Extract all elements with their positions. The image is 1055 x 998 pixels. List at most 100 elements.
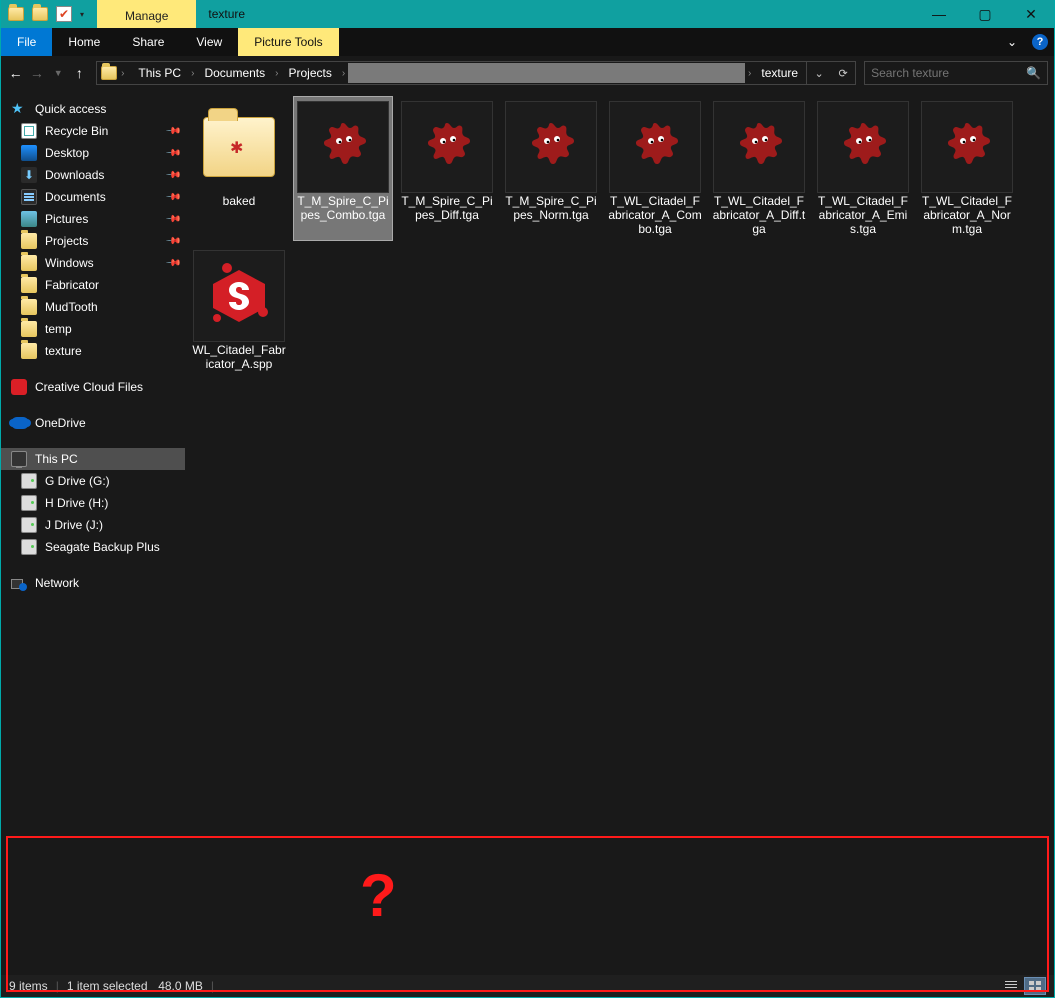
status-size: 48.0 MB	[158, 979, 203, 993]
sidebar-item[interactable]: ⬇Downloads📌	[1, 164, 185, 186]
breadcrumb-label: This PC	[138, 66, 181, 80]
titlebar: ✔ ▾ Manage texture — ▢ ✕	[1, 0, 1054, 28]
irfanview-icon	[317, 121, 369, 173]
body: ★ Quick access Recycle Bin📌Desktop📌⬇Down…	[1, 90, 1054, 847]
sidebar-label: OneDrive	[35, 416, 86, 430]
substance-painter-icon	[205, 262, 273, 330]
qat-folder-icon[interactable]	[5, 3, 27, 25]
sidebar-item-label: Pictures	[45, 212, 88, 226]
pic-icon	[21, 211, 37, 227]
view-thumbnails-button[interactable]	[1024, 977, 1046, 995]
search-input[interactable]	[871, 66, 1026, 80]
minimize-button[interactable]: —	[916, 0, 962, 28]
file-item[interactable]: T_WL_Citadel_Fabricator_A_Norm.tga	[917, 96, 1017, 241]
view-details-button[interactable]	[1000, 977, 1022, 995]
status-selection: 1 item selected	[67, 979, 148, 993]
status-item-count: 9 items	[9, 979, 48, 993]
file-item[interactable]: T_M_Spire_C_Pipes_Combo.tga	[293, 96, 393, 241]
sidebar-drive-item[interactable]: G Drive (G:)	[1, 470, 185, 492]
ribbon: File Home Share View Picture Tools ⌄ ?	[1, 28, 1054, 56]
sidebar-item[interactable]: texture	[1, 340, 185, 362]
qat-folder2-icon[interactable]	[29, 3, 51, 25]
sidebar-item-label: texture	[45, 344, 82, 358]
sidebar-item[interactable]: Fabricator	[1, 274, 185, 296]
sidebar-item-label: MudTooth	[45, 300, 98, 314]
pin-icon: 📌	[164, 211, 181, 228]
file-name-label: WL_Citadel_Fabricator_A.spp	[192, 344, 286, 372]
file-name-label: baked	[223, 195, 256, 209]
breadcrumb-label: Projects	[288, 66, 331, 80]
nav-up-button[interactable]: ↑	[71, 60, 88, 86]
file-thumbnail	[505, 101, 597, 193]
breadcrumb-label: texture	[761, 66, 798, 80]
ribbon-tab-file[interactable]: File	[1, 28, 52, 56]
file-thumbnail	[713, 101, 805, 193]
help-button[interactable]: ?	[1026, 28, 1054, 56]
qat-dropdown-icon[interactable]: ▾	[77, 10, 87, 19]
sidebar-item[interactable]: Pictures 📌	[1, 208, 185, 230]
irfanview-icon	[837, 121, 889, 173]
address-bar[interactable]: › This PC› Documents› Projects› › textur…	[96, 61, 856, 85]
breadcrumb-root-icon[interactable]: ›	[97, 62, 130, 84]
breadcrumb-redacted[interactable]	[348, 63, 745, 83]
file-item[interactable]: ✱baked	[189, 96, 289, 241]
nav-back-button[interactable]: ←	[7, 60, 24, 86]
nav-forward-button[interactable]: →	[28, 60, 45, 86]
breadcrumb-item[interactable]: Documents	[196, 62, 273, 84]
sidebar-item[interactable]: MudTooth	[1, 296, 185, 318]
creative-cloud-icon	[11, 379, 27, 395]
irfanview-icon	[525, 121, 577, 173]
sidebar-item[interactable]: Documents📌	[1, 186, 185, 208]
contextual-tab-group: Manage	[97, 0, 196, 28]
file-thumbnail	[817, 101, 909, 193]
maximize-button[interactable]: ▢	[962, 0, 1008, 28]
navigation-pane[interactable]: ★ Quick access Recycle Bin📌Desktop📌⬇Down…	[1, 90, 185, 847]
sidebar-label: This PC	[35, 452, 78, 466]
sidebar-item-label: Desktop	[45, 146, 89, 160]
sidebar-item[interactable]: temp	[1, 318, 185, 340]
sidebar-onedrive[interactable]: OneDrive	[1, 412, 185, 434]
ribbon-tab-home[interactable]: Home	[52, 28, 116, 56]
file-item[interactable]: T_WL_Citadel_Fabricator_A_Emis.tga	[813, 96, 913, 241]
close-button[interactable]: ✕	[1008, 0, 1054, 28]
ribbon-collapse-icon[interactable]: ⌄	[998, 28, 1026, 56]
sidebar-item[interactable]: Projects📌	[1, 230, 185, 252]
sidebar-drive-item[interactable]: H Drive (H:)	[1, 492, 185, 514]
ribbon-tab-share[interactable]: Share	[116, 28, 180, 56]
file-item[interactable]: T_M_Spire_C_Pipes_Norm.tga	[501, 96, 601, 241]
contextual-tab-manage[interactable]: Manage	[97, 0, 196, 28]
sidebar-quick-access[interactable]: ★ Quick access	[1, 98, 185, 120]
sidebar-label: Quick access	[35, 102, 106, 116]
sidebar-creative-cloud[interactable]: Creative Cloud Files	[1, 376, 185, 398]
sidebar-item[interactable]: Desktop📌	[1, 142, 185, 164]
file-item[interactable]: T_M_Spire_C_Pipes_Diff.tga	[397, 96, 497, 241]
sidebar-item[interactable]: Windows📌	[1, 252, 185, 274]
file-name-label: T_WL_Citadel_Fabricator_A_Combo.tga	[608, 195, 702, 236]
sidebar-network[interactable]: Network	[1, 572, 185, 594]
navigation-bar: ← → ▼ ↑ › This PC› Documents› Projects› …	[1, 56, 1054, 90]
ribbon-tab-view[interactable]: View	[180, 28, 238, 56]
network-icon	[11, 575, 27, 591]
pin-icon: 📌	[164, 123, 181, 140]
sidebar-drive-item[interactable]: Seagate Backup Plus	[1, 536, 185, 558]
sidebar-item-label: Recycle Bin	[45, 124, 108, 138]
file-item[interactable]: WL_Citadel_Fabricator_A.spp	[189, 245, 289, 377]
nav-recent-dropdown[interactable]: ▼	[50, 60, 67, 86]
address-dropdown-icon[interactable]: ⌄	[807, 67, 831, 80]
breadcrumb-item[interactable]: This PC	[130, 62, 189, 84]
sidebar-item[interactable]: Recycle Bin 📌	[1, 120, 185, 142]
file-item[interactable]: T_WL_Citadel_Fabricator_A_Diff.tga	[709, 96, 809, 241]
qat-properties-icon[interactable]: ✔	[53, 3, 75, 25]
breadcrumb-item[interactable]: texture	[753, 62, 806, 84]
search-box[interactable]: 🔍	[864, 61, 1048, 85]
file-item[interactable]: T_WL_Citadel_Fabricator_A_Combo.tga	[605, 96, 705, 241]
sidebar-drive-item[interactable]: J Drive (J:)	[1, 514, 185, 536]
file-name-label: T_WL_Citadel_Fabricator_A_Diff.tga	[712, 195, 806, 236]
sidebar-this-pc[interactable]: This PC	[1, 448, 185, 470]
refresh-button[interactable]: ⟳	[831, 67, 855, 80]
file-list[interactable]: ✱bakedT_M_Spire_C_Pipes_Combo.tgaT_M_Spi…	[185, 90, 1054, 847]
file-name-label: T_M_Spire_C_Pipes_Norm.tga	[504, 195, 598, 223]
breadcrumb-item[interactable]: Projects	[280, 62, 339, 84]
star-icon: ★	[11, 101, 27, 117]
ribbon-tab-picture-tools[interactable]: Picture Tools	[238, 28, 338, 56]
